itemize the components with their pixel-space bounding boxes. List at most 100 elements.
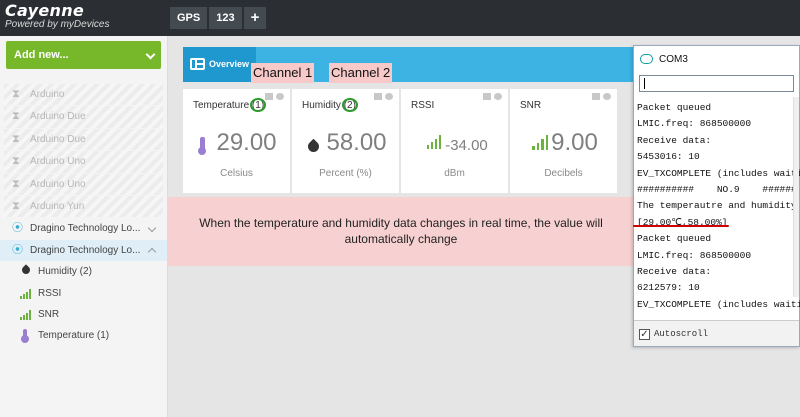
sidebar-item-humidity[interactable]: Humidity (2) <box>0 261 167 282</box>
serial-line: LMIC.freq: 868500000 <box>637 118 752 130</box>
sidebar-item-label: RSSI <box>38 287 62 299</box>
sidebar: Add new... ⧗ Arduino ⧗ Arduino Due ⧗ Arduin… <box>0 36 168 417</box>
snr-widget[interactable]: SNR 9.00 Decibels <box>510 89 617 193</box>
widget-unit: Decibels <box>544 168 583 179</box>
sidebar-item-label: Arduino Yun <box>30 200 85 212</box>
tab-gps[interactable]: GPS <box>170 7 208 29</box>
tab-overview-label: Overview <box>209 59 250 69</box>
top-bar: Cayenne Powered by myDevices GPS 123 + <box>0 0 800 36</box>
serial-monitor-titlebar[interactable]: COM3 <box>634 46 799 72</box>
channel-1-highlight <box>250 98 266 112</box>
sidebar-item-dragino-2[interactable]: ⦿ Dragino Technology Lo... <box>0 239 167 262</box>
widget-title-text: Temperature <box>193 100 250 111</box>
channel-2-annotation: Channel 2 <box>329 63 393 83</box>
sidebar-item-label: Arduino Uno <box>30 178 86 190</box>
sidebar-item-arduino-due[interactable]: ⧗ Arduino Due <box>4 106 163 128</box>
widget-title-text: Humidity <box>302 100 341 111</box>
chevron-down-icon[interactable] <box>147 224 157 233</box>
serial-send-input[interactable] <box>639 75 794 92</box>
hourglass-icon: ⧗ <box>12 132 20 145</box>
widget-value: 29.00 <box>216 129 277 156</box>
serial-monitor-window[interactable]: COM3 Packet queued LMIC.freq: 868500000 Re… <box>633 45 800 347</box>
chart-icon[interactable] <box>483 93 491 100</box>
serial-line: LMIC.freq: 868500000 <box>637 249 752 261</box>
sidebar-item-label: Arduino Due <box>30 111 86 123</box>
arduino-icon <box>640 54 653 64</box>
add-tab-button[interactable]: + <box>243 7 267 29</box>
channel-2-highlight <box>342 98 358 112</box>
sidebar-item-label: Dragino Technology Lo... <box>30 244 141 256</box>
widget-value: -34.00 <box>445 137 488 154</box>
serial-scrollbar[interactable] <box>793 97 799 297</box>
sidebar-item-label: Humidity (2) <box>38 266 92 278</box>
widget-tools <box>592 93 611 100</box>
sidebar-item-arduino[interactable]: ⧗ Arduino <box>4 84 163 106</box>
app-title: Cayenne <box>5 1 85 20</box>
serial-line: The temperautre and humidity : <box>637 200 800 212</box>
gear-icon[interactable] <box>603 93 611 100</box>
widget-value: 9.00 <box>551 129 598 156</box>
serial-output: Packet queued LMIC.freq: 868500000 Receive… <box>635 97 800 319</box>
hourglass-icon: ⧗ <box>12 88 20 100</box>
channel-1-annotation: Channel 1 <box>251 63 315 83</box>
gear-icon[interactable] <box>494 93 502 100</box>
sidebar-item-dragino-1[interactable]: ⦿ Dragino Technology Lo... <box>0 218 167 239</box>
rssi-widget[interactable]: RSSI -34.00 dBm <box>401 89 508 193</box>
chevron-up-icon[interactable] <box>147 247 157 256</box>
value-underline <box>633 225 729 227</box>
sidebar-item-rssi[interactable]: RSSI <box>0 283 167 304</box>
sidebar-item-arduino-uno[interactable]: ⧗ Arduino Uno <box>4 173 163 195</box>
project-tabs: GPS 123 + <box>170 7 267 29</box>
serial-footer: ✓ Autoscroll <box>634 320 799 346</box>
device-list: ⧗ Arduino ⧗ Arduino Due ⧗ Arduino Due ⧗ Ardu… <box>0 84 167 347</box>
hourglass-icon: ⧗ <box>12 199 20 212</box>
hourglass-icon: ⧗ <box>12 110 20 123</box>
lora-device-icon: ⦿ <box>12 222 23 235</box>
sidebar-item-arduino-uno[interactable]: ⧗ Arduino Uno <box>4 151 163 173</box>
gear-icon[interactable] <box>385 93 393 100</box>
sidebar-item-label: Arduino Due <box>30 133 86 145</box>
chart-icon[interactable] <box>374 93 382 100</box>
gear-icon[interactable] <box>276 93 284 100</box>
serial-line: 5453016: 10 <box>637 151 700 163</box>
sidebar-item-arduino-due[interactable]: ⧗ Arduino Due <box>4 128 163 151</box>
serial-line: ########## NO.9 ###### <box>637 184 797 196</box>
autoscroll-checkbox[interactable]: ✓ <box>639 329 650 340</box>
add-new-label: Add new... <box>14 49 69 61</box>
sidebar-item-arduino-yun[interactable]: ⧗ Arduino Yun <box>4 195 163 218</box>
widget-tools <box>265 93 284 100</box>
signal-bars-icon <box>20 288 31 299</box>
widget-value: 58.00 <box>326 129 387 156</box>
serial-line: Receive data: <box>637 266 712 278</box>
sidebar-item-label: Arduino Uno <box>30 156 86 168</box>
temperature-widget[interactable]: Temperature (1) 29.00 Celsius <box>183 89 290 193</box>
serial-line: [29.00℃,58.00%] <box>637 216 728 228</box>
widget-unit: Celsius <box>220 168 253 179</box>
cayenne-logo[interactable]: Cayenne Powered by myDevices <box>5 1 110 31</box>
droplet-icon <box>20 264 32 276</box>
lora-device-icon: ⦿ <box>12 243 23 256</box>
chart-icon[interactable] <box>265 93 273 100</box>
sidebar-item-temperature[interactable]: Temperature (1) <box>0 325 167 346</box>
widget-title: SNR <box>520 100 542 111</box>
serial-line: Packet queued <box>637 233 712 245</box>
widget-unit: Percent (%) <box>319 168 372 179</box>
sidebar-item-label: Dragino Technology Lo... <box>30 223 141 235</box>
hourglass-icon: ⧗ <box>12 177 20 190</box>
serial-lines: Packet queued LMIC.freq: 868500000 Receive… <box>637 100 800 313</box>
hourglass-icon: ⧗ <box>12 155 20 168</box>
signal-bars-icon <box>20 309 31 320</box>
sidebar-item-label: Arduino <box>30 89 65 100</box>
sidebar-item-snr[interactable]: SNR <box>0 304 167 325</box>
serial-line: EV_TXCOMPLETE (includes waiting <box>637 167 800 179</box>
tab-123[interactable]: 123 <box>209 7 242 29</box>
serial-line: EV_TXCOMPLETE (includes waiting <box>637 298 800 310</box>
app-subtitle: Powered by myDevices <box>5 19 110 30</box>
widget-tools <box>374 93 393 100</box>
sidebar-item-label: SNR <box>38 308 60 320</box>
tab-overview[interactable]: Overview <box>183 47 256 82</box>
add-new-button[interactable]: Add new... <box>6 41 161 69</box>
chart-icon[interactable] <box>592 93 600 100</box>
serial-line: 6212579: 10 <box>637 282 700 294</box>
annotation-banner: When the temperature and humidity data c… <box>168 197 634 266</box>
